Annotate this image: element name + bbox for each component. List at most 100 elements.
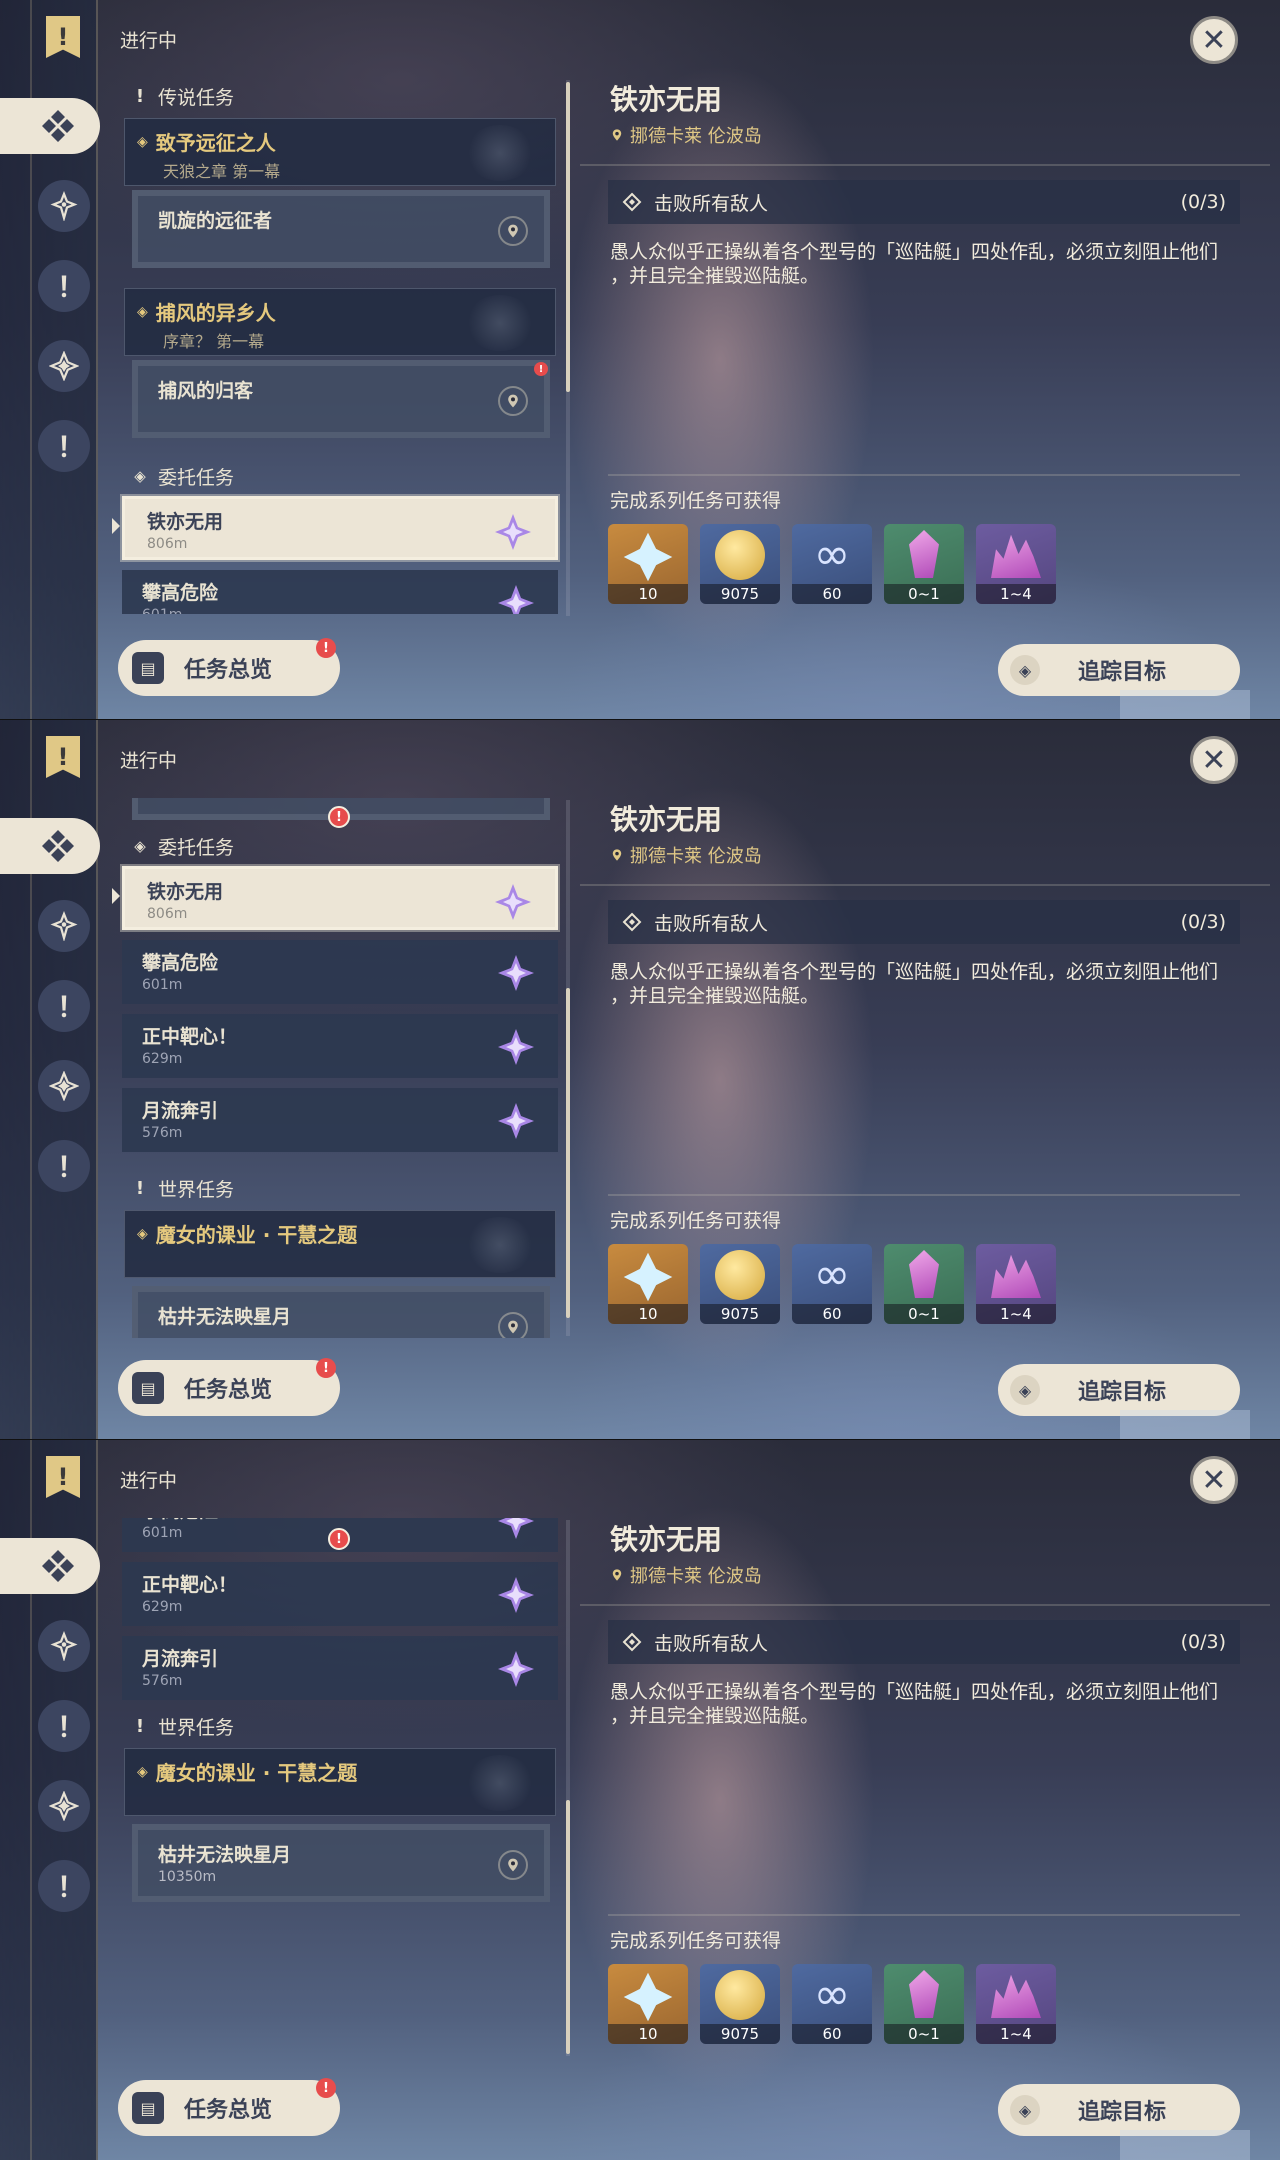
subquest-item[interactable]: 枯井无法映星月: [132, 1286, 550, 1338]
location-text: 挪德卡莱 伦波岛: [630, 126, 762, 147]
commission-item[interactable]: 月流奔引 576m: [122, 1088, 558, 1152]
close-button[interactable]: ✕: [1190, 1456, 1238, 1504]
reward-companionship[interactable]: ∞ 60: [792, 524, 872, 604]
reward-crystal-cluster[interactable]: 1~4: [976, 1964, 1056, 2044]
reward-crystal-chunk[interactable]: 0~1: [884, 524, 964, 604]
commission-distance: 576m: [142, 1673, 183, 1689]
commission-item[interactable]: 攀高危险 601m: [122, 940, 558, 1004]
close-icon: ✕: [1201, 742, 1227, 778]
location-pin-icon[interactable]: [498, 216, 528, 246]
commission-star-icon: [493, 882, 533, 922]
reward-crystal-chunk[interactable]: 0~1: [884, 1964, 964, 2044]
category-legend-tab[interactable]: [38, 260, 90, 312]
location-pin-icon[interactable]: [498, 1312, 528, 1338]
category-commission-tab[interactable]: [38, 1780, 90, 1832]
track-diamond-icon: ◈: [1010, 655, 1040, 685]
commission-title: 攀高危险: [142, 582, 219, 604]
bookmark-icon[interactable]: !: [46, 736, 80, 778]
quest-list[interactable]: 攀高危险 601m ! 正中靶心！ 629m 月流奔引 576m !世界任务 ◈…: [118, 1518, 564, 2054]
section-commission: ◈ 委托任务: [132, 458, 234, 494]
category-all-tab[interactable]: [0, 818, 100, 874]
objective-diamond-icon: [622, 1632, 642, 1652]
quest-list[interactable]: ! 传说任务 ◈ 致予远征之人 天狼之章 第一幕 凯旋的远征者 ◈ 捕风的异乡人 序章…: [118, 78, 564, 614]
commission-star-icon: [496, 1575, 536, 1615]
category-legend-tab[interactable]: [38, 1700, 90, 1752]
mora-icon: [715, 1970, 765, 2020]
reward-mora[interactable]: 9075: [700, 1244, 780, 1324]
legend-quest-chapter[interactable]: ◈ 捕风的异乡人 序章？ 第一幕: [124, 288, 556, 356]
reward-crystal-cluster[interactable]: 1~4: [976, 524, 1056, 604]
description-line: ，并且完全摧毁巡陆艇。: [610, 985, 820, 1007]
reward-mora[interactable]: 9075: [700, 1964, 780, 2044]
category-world-tab[interactable]: [38, 1140, 90, 1192]
quest-description: 愚人众似乎正操纵着各个型号的「巡陆艇」四处作乱，必须立刻阻止他们 ，并且完全摧毁巡…: [610, 1680, 1240, 1728]
quest-overview-button[interactable]: ▤ 任务总览!: [118, 638, 340, 696]
subquest-item[interactable]: 捕风的归客 !: [132, 360, 550, 438]
reward-companionship[interactable]: ∞ 60: [792, 1964, 872, 2044]
rewards-row: 10 9075 ∞ 60 0~1 1~4: [608, 1964, 1056, 2044]
close-button[interactable]: ✕: [1190, 16, 1238, 64]
scroll-thumb[interactable]: [566, 82, 570, 392]
track-target-button[interactable]: ◈ 追踪目标: [998, 644, 1240, 696]
divider: [580, 884, 1270, 886]
commission-item-selected[interactable]: 铁亦无用 806m: [122, 496, 558, 560]
category-all-tab[interactable]: [0, 1538, 100, 1594]
world-quest-chapter[interactable]: ◈ 魔女的课业 · 干慧之题: [124, 1748, 556, 1816]
track-target-button[interactable]: ◈ 追踪目标: [998, 2084, 1240, 2136]
status-label: 进行中: [120, 1470, 178, 1492]
track-target-button[interactable]: ◈ 追踪目标: [998, 1364, 1240, 1416]
reward-count: 60: [792, 584, 872, 604]
reward-primogem[interactable]: 10: [608, 524, 688, 604]
subquest-item[interactable]: 凯旋的远征者: [132, 190, 550, 268]
overview-label: 任务总览: [184, 658, 273, 683]
reward-primogem[interactable]: 10: [608, 1964, 688, 2044]
reward-companionship[interactable]: ∞ 60: [792, 1244, 872, 1324]
category-archon-tab[interactable]: [38, 180, 90, 232]
chapter-title: 魔女的课业 · 干慧之题: [155, 1223, 358, 1247]
category-world-tab[interactable]: [38, 420, 90, 472]
commission-item[interactable]: 正中靶心！ 629m: [122, 1562, 558, 1626]
reward-count: 1~4: [976, 1304, 1056, 1324]
category-commission-tab[interactable]: [38, 1060, 90, 1112]
quest-detail-title: 铁亦无用: [610, 83, 723, 116]
category-rail: !: [0, 1440, 100, 2160]
bookmark-icon[interactable]: !: [46, 16, 80, 58]
objective-diamond-icon: [622, 192, 642, 212]
description-line: ，并且完全摧毁巡陆艇。: [610, 265, 820, 287]
alert-badge: !: [316, 638, 336, 658]
category-archon-tab[interactable]: [38, 1620, 90, 1672]
world-quest-chapter[interactable]: ◈ 魔女的课业 · 干慧之题: [124, 1210, 556, 1278]
location-pin-icon[interactable]: [498, 1850, 528, 1880]
commission-item[interactable]: 攀高危险 601m: [122, 570, 558, 614]
quest-list[interactable]: ! ◈ 委托任务 铁亦无用 806m 攀高危险 601m 正中靶心！ 629m 月…: [118, 798, 564, 1338]
selected-arrow-icon: [112, 888, 120, 904]
legend-quest-chapter[interactable]: ◈ 致予远征之人 天狼之章 第一幕: [124, 118, 556, 186]
reward-primogem[interactable]: 10: [608, 1244, 688, 1324]
commission-item[interactable]: 正中靶心！ 629m: [122, 1014, 558, 1078]
category-legend-tab[interactable]: [38, 980, 90, 1032]
rewards-title: 完成系列任务可获得: [610, 490, 782, 512]
scroll-thumb[interactable]: [566, 1800, 570, 2054]
reward-crystal-cluster[interactable]: 1~4: [976, 1244, 1056, 1324]
commission-item-selected[interactable]: 铁亦无用 806m: [122, 866, 558, 930]
scroll-thumb[interactable]: [566, 988, 570, 1318]
category-world-tab[interactable]: [38, 1860, 90, 1912]
selected-arrow-icon: [112, 518, 120, 534]
location-pin-icon[interactable]: [498, 386, 528, 416]
category-commission-tab[interactable]: [38, 340, 90, 392]
category-archon-tab[interactable]: [38, 900, 90, 952]
primogem-icon: [621, 530, 675, 584]
companionship-exp-icon: ∞: [813, 1969, 851, 2020]
subquest-item[interactable]: 枯井无法映星月 10350m: [132, 1824, 550, 1902]
witch-emblem-icon: [465, 1217, 535, 1273]
description-line: 愚人众似乎正操纵着各个型号的「巡陆艇」四处作乱，必须立刻阻止他们: [610, 961, 1219, 983]
quest-overview-button[interactable]: ▤ 任务总览!: [118, 2078, 340, 2136]
reward-crystal-chunk[interactable]: 0~1: [884, 1244, 964, 1324]
bookmark-icon[interactable]: !: [46, 1456, 80, 1498]
commission-diamond-icon: ◈: [134, 467, 146, 485]
category-all-tab[interactable]: [0, 98, 100, 154]
reward-mora[interactable]: 9075: [700, 524, 780, 604]
quest-overview-button[interactable]: ▤ 任务总览!: [118, 1358, 340, 1416]
close-button[interactable]: ✕: [1190, 736, 1238, 784]
commission-item[interactable]: 月流奔引 576m: [122, 1636, 558, 1700]
